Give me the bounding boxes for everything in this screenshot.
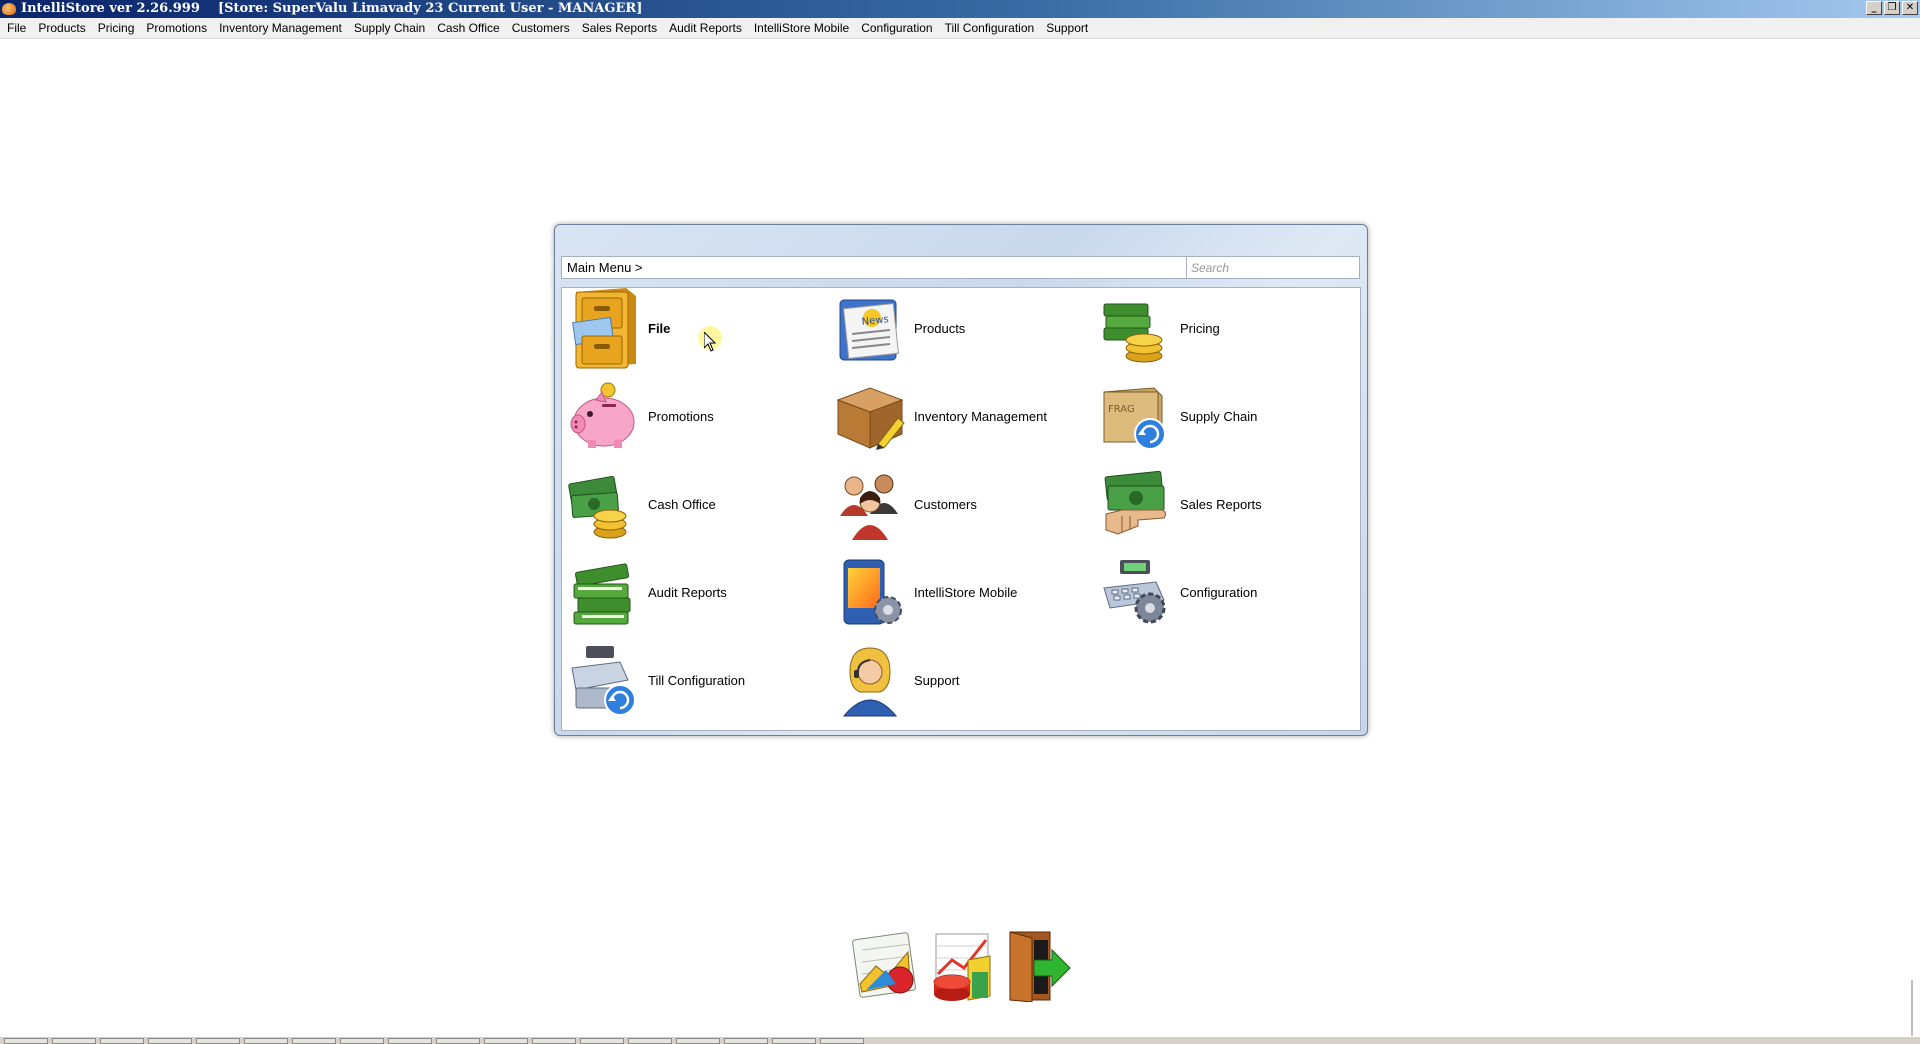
menu-intellistore-mobile[interactable]: IntelliStore Mobile: [748, 21, 855, 35]
tile-inventory-management[interactable]: Inventory Management: [832, 376, 1092, 456]
search-box: [1186, 256, 1360, 279]
app-logo-icon: [2, 3, 16, 15]
newspaper-icon: News: [832, 290, 908, 366]
tile-audit-reports[interactable]: Audit Reports: [566, 552, 826, 632]
books-coins-icon: [1098, 290, 1174, 366]
menu-configuration[interactable]: Configuration: [855, 21, 938, 35]
taskbar-item[interactable]: [340, 1038, 384, 1044]
tile-label: File: [648, 320, 671, 336]
menu-pricing[interactable]: Pricing: [92, 21, 141, 35]
box-pencil-icon: [832, 378, 908, 454]
taskbar-item[interactable]: [52, 1038, 96, 1044]
people-icon: [832, 466, 908, 542]
title-bar: IntelliStore ver 2.26.999 [Store: SuperV…: [0, 0, 1920, 18]
quick-launch-bar: [852, 930, 1072, 1003]
tile-sales-reports[interactable]: Sales Reports: [1098, 464, 1358, 544]
tile-customers[interactable]: Customers: [832, 464, 1092, 544]
taskbar-item[interactable]: [724, 1038, 768, 1044]
store-user-info: [Store: SuperValu Limavady 23 Current Us…: [218, 1, 643, 16]
support-agent-icon: [832, 642, 908, 718]
tile-label: Audit Reports: [648, 584, 727, 600]
tile-label: IntelliStore Mobile: [914, 584, 1018, 600]
taskbar-item[interactable]: [388, 1038, 432, 1044]
breadcrumb: Main Menu >: [561, 256, 1233, 279]
sales-graph-icon[interactable]: [928, 930, 996, 1002]
filing-cabinet-icon: [566, 288, 642, 369]
tile-label: Sales Reports: [1180, 496, 1262, 512]
tile-label: Configuration: [1180, 584, 1258, 600]
taskbar-item[interactable]: [676, 1038, 720, 1044]
scrollbar[interactable]: [1911, 980, 1913, 1036]
menu-bar: File Products Pricing Promotions Invento…: [0, 18, 1920, 39]
menu-inventory-management[interactable]: Inventory Management: [213, 21, 348, 35]
menu-sales-reports[interactable]: Sales Reports: [576, 21, 663, 35]
taskbar-item[interactable]: [148, 1038, 192, 1044]
tile-label: Till Configuration: [648, 672, 746, 688]
taskbar-item[interactable]: [292, 1038, 336, 1044]
cash-hand-icon: [1098, 466, 1174, 542]
tile-label: Products: [914, 320, 966, 336]
fragile-box-refresh-icon: FRAG: [1098, 378, 1174, 454]
tile-label: Pricing: [1180, 320, 1220, 336]
tile-label: Cash Office: [648, 496, 716, 512]
taskbar-item[interactable]: [100, 1038, 144, 1044]
menu-customers[interactable]: Customers: [506, 21, 576, 35]
taskbar-item[interactable]: [532, 1038, 576, 1044]
tile-label: Support: [914, 672, 960, 688]
taskbar-item[interactable]: [580, 1038, 624, 1044]
tile-till-configuration[interactable]: Till Configuration: [566, 640, 826, 720]
tile-label: Inventory Management: [914, 408, 1047, 424]
taskbar: [0, 1036, 1920, 1044]
tile-label: Supply Chain: [1180, 408, 1258, 424]
taskbar-item[interactable]: [772, 1038, 816, 1044]
tile-cash-office[interactable]: Cash Office: [566, 464, 826, 544]
cash-coins-icon: [566, 466, 642, 542]
mobile-gear-icon: [832, 554, 908, 630]
app-title: IntelliStore ver 2.26.999: [21, 1, 200, 16]
tile-label: Promotions: [648, 408, 714, 424]
tile-file[interactable]: File: [566, 288, 826, 369]
restore-button[interactable]: ❐: [1884, 1, 1900, 15]
dashboard-chart-icon[interactable]: [852, 930, 920, 1002]
tile-intellistore-mobile[interactable]: IntelliStore Mobile: [832, 552, 1092, 632]
tile-products[interactable]: News Products: [832, 288, 1092, 368]
taskbar-item[interactable]: [436, 1038, 480, 1044]
menu-products[interactable]: Products: [32, 21, 91, 35]
taskbar-item[interactable]: [820, 1038, 864, 1044]
svg-text:FRAG: FRAG: [1108, 404, 1135, 415]
taskbar-item[interactable]: [196, 1038, 240, 1044]
window-controls: _ ❐ ✕: [1866, 1, 1918, 15]
exit-door-icon[interactable]: [1004, 930, 1072, 1003]
search-input[interactable]: [1186, 256, 1360, 279]
menu-promotions[interactable]: Promotions: [140, 21, 213, 35]
tile-supply-chain[interactable]: FRAG Supply Chain: [1098, 376, 1358, 456]
tile-promotions[interactable]: Promotions: [566, 376, 826, 456]
menu-cash-office[interactable]: Cash Office: [431, 21, 505, 35]
tile-configuration[interactable]: Configuration: [1098, 552, 1358, 632]
register-gear-icon: [1098, 554, 1174, 630]
taskbar-item[interactable]: [4, 1038, 48, 1044]
minimize-button[interactable]: _: [1866, 1, 1882, 15]
till-refresh-icon: [566, 642, 642, 718]
tile-label: Customers: [914, 496, 977, 512]
menu-audit-reports[interactable]: Audit Reports: [663, 21, 748, 35]
tile-support[interactable]: Support: [832, 640, 1092, 720]
green-books-icon: [566, 554, 642, 630]
menu-supply-chain[interactable]: Supply Chain: [348, 21, 431, 35]
taskbar-item[interactable]: [244, 1038, 288, 1044]
menu-grid: File News Products Pricing Promotions In…: [561, 287, 1361, 731]
menu-file[interactable]: File: [1, 21, 32, 35]
taskbar-item[interactable]: [484, 1038, 528, 1044]
taskbar-item[interactable]: [628, 1038, 672, 1044]
menu-support[interactable]: Support: [1040, 21, 1094, 35]
menu-till-configuration[interactable]: Till Configuration: [939, 21, 1041, 35]
tile-pricing[interactable]: Pricing: [1098, 288, 1358, 368]
piggy-bank-icon: [566, 378, 642, 454]
main-menu-window: Main Menu > File: [554, 224, 1368, 736]
close-button[interactable]: ✕: [1902, 1, 1918, 15]
